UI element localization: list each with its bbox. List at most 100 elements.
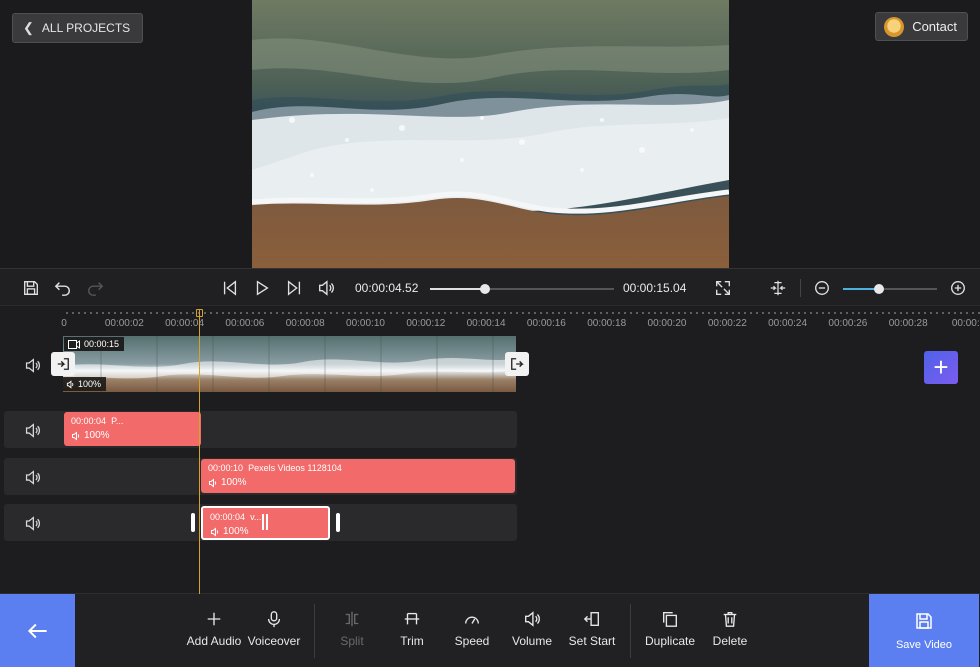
all-projects-button[interactable]: ❮ ALL PROJECTS	[12, 13, 144, 43]
playback-controls: 00:00:04.52 00:00:15.04	[0, 268, 980, 306]
scrubber-fill	[430, 288, 486, 290]
ruler-tick-label: 00:00:02	[104, 318, 144, 329]
volume-icon	[72, 430, 80, 441]
audio-clip-1[interactable]: 00:00:04 P... 100%	[64, 412, 201, 446]
trim-button[interactable]: Trim	[379, 610, 445, 648]
ruler-tick-label: 00:00:26	[828, 318, 868, 329]
voiceover-button[interactable]: Voiceover	[241, 610, 307, 648]
contact-button[interactable]: Contact	[875, 12, 968, 41]
zoom-slider[interactable]	[843, 284, 937, 294]
clip-duration: 00:00:10	[208, 463, 244, 473]
current-time: 00:00:04.52	[355, 281, 419, 295]
skip-back-icon[interactable]	[220, 278, 240, 298]
play-icon[interactable]	[252, 278, 272, 298]
timeline-scrubber[interactable]	[430, 284, 614, 294]
split-icon	[345, 611, 359, 627]
ruler-tick-label: 00:00:22	[707, 318, 747, 329]
add-media-button[interactable]: +	[924, 351, 958, 384]
chevron-left-icon: ❮	[23, 20, 34, 35]
ruler-tick-label: 00:00:10	[346, 318, 385, 329]
ruler-tick-label: 00:00:18	[587, 318, 627, 329]
volume-button[interactable]: Volume	[499, 610, 565, 648]
camera-icon	[68, 339, 80, 349]
clip-left-handle[interactable]	[191, 513, 195, 532]
audio-track-1-speaker-icon[interactable]	[22, 420, 42, 440]
add-audio-button[interactable]: Add Audio	[181, 610, 247, 648]
redo-icon[interactable]	[85, 278, 105, 298]
speaker-icon[interactable]	[316, 278, 336, 298]
zoom-knob[interactable]	[873, 284, 884, 294]
trim-in-icon	[57, 358, 69, 370]
zoom-out-icon[interactable]	[812, 278, 832, 298]
back-button[interactable]	[0, 594, 75, 667]
split-button[interactable]: Split	[319, 610, 385, 648]
toolbar-divider	[630, 604, 631, 658]
video-clip[interactable]	[63, 336, 516, 392]
total-time: 00:00:15.04	[623, 281, 687, 295]
ruler-tick-label: 00:00:14	[466, 318, 506, 329]
add-audio-label: Add Audio	[186, 634, 242, 648]
video-track-speaker-icon[interactable]	[22, 355, 42, 375]
trim-icon	[404, 612, 420, 625]
ruler-tick-label: 0	[61, 318, 67, 329]
save-video-label: Save Video	[895, 639, 953, 651]
set-start-label: Set Start	[568, 634, 616, 648]
bottom-toolbar: Add Audio Voiceover Split Trim Speed Vol…	[0, 593, 980, 667]
clip-right-handle[interactable]	[336, 513, 340, 532]
video-volume-badge: 100%	[63, 377, 107, 391]
volume-icon	[66, 379, 74, 389]
trim-label: Trim	[400, 634, 424, 648]
set-start-icon	[583, 612, 599, 626]
arrow-left-icon	[27, 623, 47, 639]
video-duration: 00:00:15	[84, 339, 120, 349]
audio-clip-2[interactable]: 00:00:10 Pexels Videos 1128104 100%	[201, 459, 515, 493]
undo-icon[interactable]	[53, 278, 73, 298]
save-video-button[interactable]: Save Video	[869, 594, 979, 667]
volume-icon	[211, 526, 219, 537]
audio-track-2-speaker-icon[interactable]	[22, 467, 42, 487]
video-preview	[252, 0, 729, 268]
set-start-button[interactable]: Set Start	[559, 610, 625, 648]
duplicate-label: Duplicate	[644, 634, 696, 648]
duplicate-button[interactable]: Duplicate	[637, 610, 703, 648]
ruler-tick-label: 00:00:06	[225, 318, 265, 329]
save-icon[interactable]	[21, 278, 41, 298]
clip-name: Pexels Videos 1128104	[248, 463, 342, 473]
fit-timeline-icon[interactable]	[768, 278, 788, 298]
volume-icon	[209, 477, 217, 488]
ruler-tick-label: 00:00:12	[406, 318, 446, 329]
clip-grip-icon[interactable]	[262, 514, 268, 530]
clip-name: v...	[250, 512, 262, 522]
speaker-icon	[525, 611, 540, 627]
ruler-tick-label: 00:00:28	[888, 318, 928, 329]
split-label: Split	[340, 634, 364, 648]
trash-icon	[723, 612, 737, 627]
voiceover-label: Voiceover	[247, 634, 301, 648]
delete-button[interactable]: Delete	[697, 610, 763, 648]
skip-forward-icon[interactable]	[284, 278, 304, 298]
audio-track-3-speaker-icon[interactable]	[22, 513, 42, 533]
all-projects-label: ALL PROJECTS	[41, 21, 131, 35]
ruler-tick-label: 00:00:08	[285, 318, 325, 329]
contact-label: Contact	[912, 19, 957, 34]
clip-duration: 00:00:04	[71, 416, 107, 426]
contact-avatar-icon	[884, 16, 905, 37]
save-icon	[916, 613, 932, 629]
ruler-tick-label: 00:00:24	[768, 318, 808, 329]
scrubber-knob[interactable]	[480, 284, 491, 294]
video-duration-badge: 00:00:15	[64, 337, 125, 351]
ruler-tick-label: 00:00:3	[951, 318, 980, 329]
trim-start-handle[interactable]	[51, 352, 75, 376]
playhead[interactable]	[199, 309, 200, 594]
timeline-ruler[interactable]: 0 00:00:02 00:00:04 00:00:06 00:00:08 00:00:1…	[0, 306, 980, 334]
ruler-tick-label: 00:00:20	[647, 318, 687, 329]
plus-icon: +	[933, 352, 949, 382]
clip-name: P...	[111, 416, 124, 426]
duplicate-icon	[663, 612, 677, 627]
fullscreen-icon[interactable]	[713, 278, 733, 298]
clip-volume: 100%	[84, 430, 110, 441]
speed-button[interactable]: Speed	[439, 610, 505, 648]
zoom-in-icon[interactable]	[948, 278, 968, 298]
trim-end-handle[interactable]	[505, 352, 529, 376]
clip-volume: 100%	[223, 526, 249, 537]
